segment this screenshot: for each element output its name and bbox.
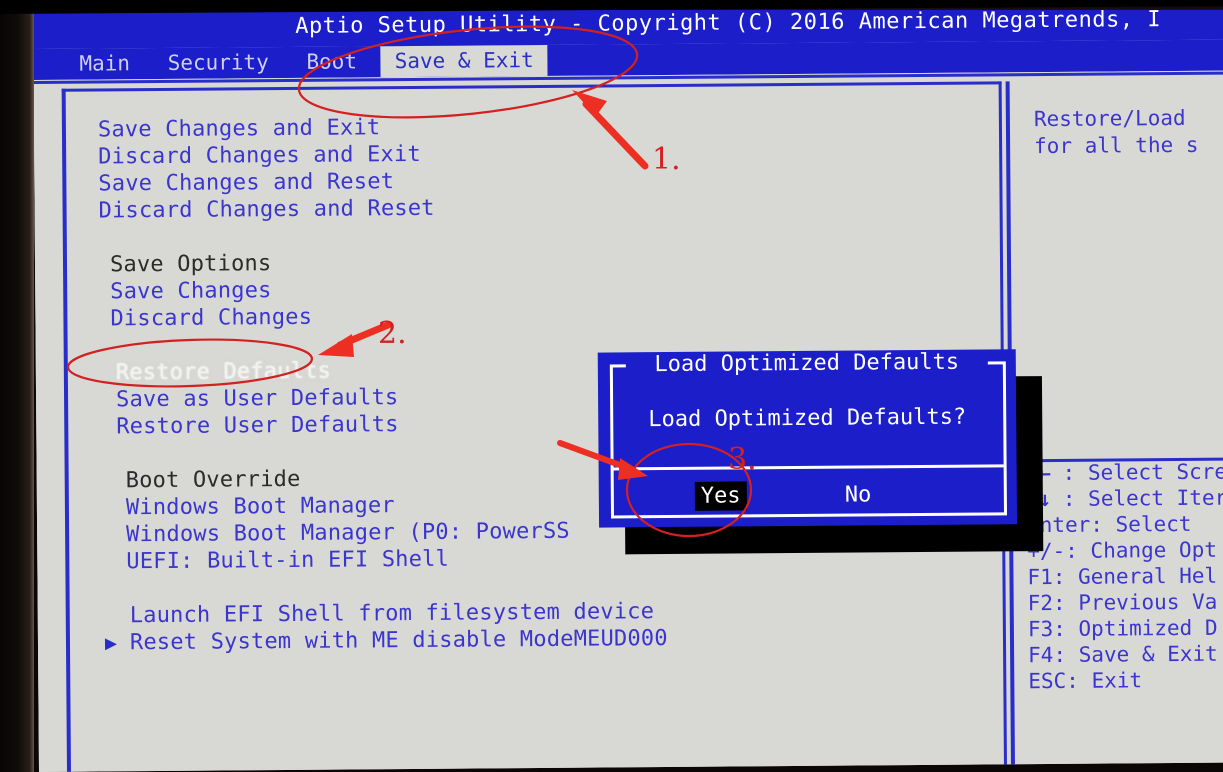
dialog-title: Load Optimized Defaults bbox=[654, 349, 960, 378]
key-label-5: Previous Va bbox=[1078, 589, 1218, 615]
dialog-message: Load Optimized Defaults? bbox=[648, 404, 967, 433]
key-name-8: ESC: bbox=[1028, 668, 1092, 694]
menu-item-restore-defaults[interactable]: Restore Defaults bbox=[116, 359, 331, 386]
key-legend-row-5: F2: Previous Va bbox=[1028, 590, 1218, 615]
menu-item-restore-user-defaults[interactable]: Restore User Defaults bbox=[116, 412, 399, 439]
menu-item-save-as-user-defaults[interactable]: Save as User Defaults bbox=[116, 385, 399, 412]
tab-security[interactable]: Security bbox=[154, 47, 283, 79]
help-line-2: for all the s bbox=[1034, 132, 1199, 159]
key-label-2: Select bbox=[1115, 511, 1192, 537]
key-legend-row-7: F4: Save & Exit bbox=[1028, 642, 1218, 667]
key-label-3: Change Opt bbox=[1090, 537, 1218, 563]
photo-of-bios-screen: Aptio Setup Utility - Copyright (C) 2016… bbox=[0, 0, 1223, 772]
dialog-no-button[interactable]: No bbox=[839, 480, 878, 509]
menu-item-discard-changes[interactable]: Discard Changes bbox=[110, 305, 312, 332]
annotation-label-1: 1. bbox=[652, 142, 681, 177]
key-label-8: Exit bbox=[1091, 668, 1143, 693]
dialog-border bbox=[609, 361, 1008, 519]
submenu-arrow-icon: ▶ bbox=[104, 630, 118, 655]
menu-item-windows-boot-manager[interactable]: Windows Boot Manager bbox=[126, 493, 395, 520]
section-header-boot-override: Boot Override bbox=[125, 466, 301, 494]
key-legend-row-1: ↑↓ : Select Iter bbox=[1027, 486, 1223, 512]
key-label-6: Optimized D bbox=[1078, 615, 1218, 641]
monitor-bezel-left bbox=[0, 0, 34, 772]
key-legend-row-0: →←→←: : Select Scre bbox=[1027, 460, 1223, 486]
key-legend-row-6: F3: Optimized D bbox=[1028, 616, 1218, 641]
key-name-5: F2: bbox=[1027, 590, 1079, 616]
key-label-7: Save & Exit bbox=[1078, 641, 1218, 667]
key-label-1: Select Iter bbox=[1088, 485, 1223, 511]
menu-item-windows-boot-manager-p0[interactable]: Windows Boot Manager (P0: PowerSS bbox=[126, 519, 570, 547]
key-legend-row-4: F1: General Hel bbox=[1027, 564, 1217, 589]
tab-main[interactable]: Main bbox=[65, 48, 144, 80]
tab-boot[interactable]: Boot bbox=[292, 46, 371, 78]
menu-item-uefi-builtin-efi-shell[interactable]: UEFI: Built-in EFI Shell bbox=[126, 547, 449, 575]
load-optimized-defaults-dialog: Load Optimized Defaults Load Optimized D… bbox=[597, 349, 1018, 528]
key-desc-0: : bbox=[1062, 460, 1089, 485]
page-title: Aptio Setup Utility - Copyright (C) 2016… bbox=[295, 7, 1162, 39]
key-name-4: F1: bbox=[1027, 564, 1079, 590]
key-name-7: F4: bbox=[1028, 642, 1079, 668]
menu-item-launch-efi-shell[interactable]: Launch EFI Shell from filesystem device bbox=[130, 599, 655, 628]
annotation-label-3: 3. bbox=[728, 442, 757, 477]
key-label-0: Select Scre bbox=[1087, 459, 1223, 485]
key-name-6: F3: bbox=[1027, 616, 1079, 642]
key-legend-row-2: Enter: Select bbox=[1027, 512, 1192, 537]
menu-item-save-changes[interactable]: Save Changes bbox=[110, 278, 272, 304]
section-header-save-options: Save Options bbox=[109, 251, 272, 278]
menu-item-discard-changes-and-exit[interactable]: Discard Changes and Exit bbox=[98, 142, 421, 170]
menu-item-discard-changes-and-reset[interactable]: Discard Changes and Reset bbox=[98, 196, 434, 224]
key-legend-row-3: +/-: Change Opt bbox=[1027, 538, 1217, 563]
annotation-label-2: 2. bbox=[378, 316, 407, 351]
help-line-1: Restore/Load bbox=[1033, 105, 1186, 132]
menu-item-reset-system-me-disable[interactable]: Reset System with ME disable ModeMEUD000 bbox=[130, 626, 668, 655]
menu-item-save-changes-and-exit[interactable]: Save Changes and Exit bbox=[98, 115, 381, 142]
tab-save-and-exit[interactable]: Save & Exit bbox=[380, 44, 548, 78]
key-label-4: General Hel bbox=[1077, 563, 1218, 589]
menu-item-save-changes-and-reset[interactable]: Save Changes and Reset bbox=[98, 169, 394, 196]
dialog-yes-button[interactable]: Yes bbox=[694, 481, 747, 511]
key-legend-row-8: ESC: Exit bbox=[1028, 668, 1142, 693]
bios-screen: Aptio Setup Utility - Copyright (C) 2016… bbox=[33, 0, 1223, 772]
